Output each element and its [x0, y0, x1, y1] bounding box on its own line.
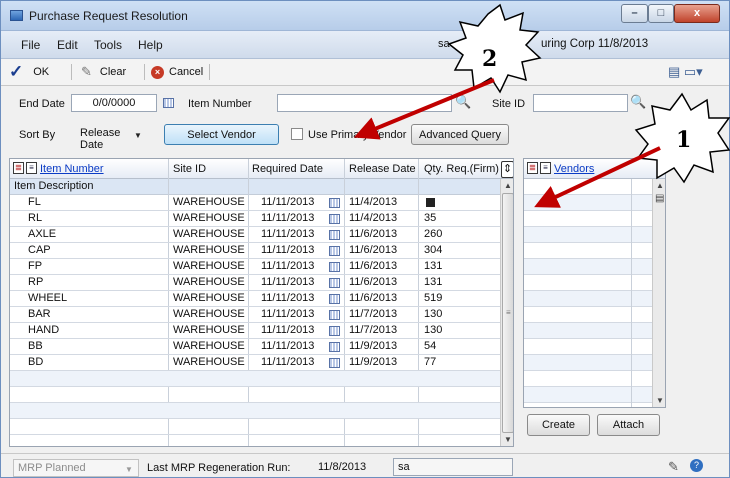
callout-2-arrow: [353, 78, 495, 140]
annotation-layer: [353, 3, 730, 208]
callout-1-number: 1: [676, 127, 692, 153]
callout-1-arrow: [534, 146, 661, 208]
callout-2-number: 2: [482, 46, 498, 72]
